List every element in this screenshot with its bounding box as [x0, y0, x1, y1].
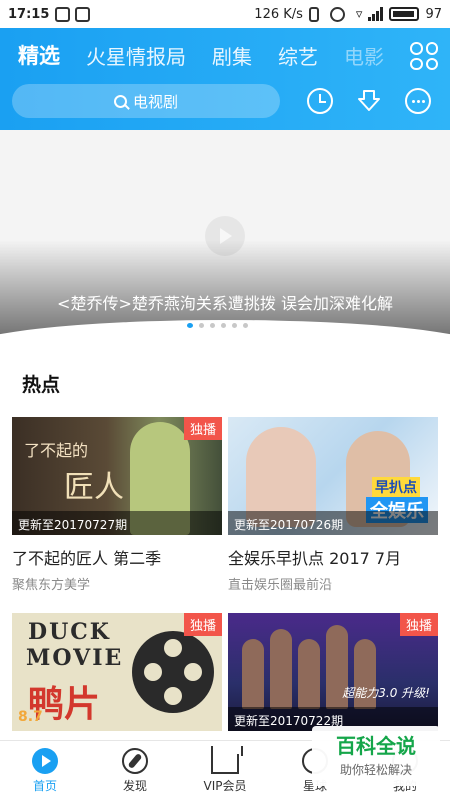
message-icon[interactable] [405, 88, 431, 114]
crown-icon [211, 746, 243, 774]
video-subtitle: 直击娱乐圈最前沿 [228, 578, 333, 593]
video-thumbnail[interactable]: 超能力3.0 升级! 独播 更新至20170722期 [228, 613, 438, 731]
battery-icon [389, 7, 420, 21]
search-input[interactable]: 电视剧 [12, 84, 280, 118]
home-icon [32, 748, 58, 774]
vibrate-icon [308, 6, 319, 22]
nav-home[interactable]: 首页 [0, 741, 90, 800]
tab-mars-intel[interactable]: 火星情报局 [86, 41, 186, 70]
film-reel-icon [132, 631, 214, 713]
update-label: 更新至20170726期 [228, 511, 438, 535]
tab-movies[interactable]: 电影 [344, 41, 384, 70]
update-label: 更新至20170727期 [12, 511, 222, 535]
video-card[interactable]: 早扒点 全娱乐 更新至20170726期 全娱乐早扒点 2017 7月 直击娱乐… [228, 417, 438, 593]
category-tabs: 精选 火星情报局 剧集 综艺 电影 [0, 28, 450, 82]
tab-series[interactable]: 剧集 [212, 41, 252, 70]
banner-pagination [187, 323, 248, 328]
video-title[interactable]: 了不起的匠人 第二季 [12, 545, 222, 569]
video-card[interactable]: DUCK MOVIE 鸭片 8.7 独播 [12, 613, 222, 731]
video-thumbnail[interactable]: 了不起的 匠人 独播 更新至20170727期 [12, 417, 222, 535]
search-icon [113, 94, 127, 108]
section-title-hot: 热点 [22, 374, 61, 396]
network-speed: 126 K/s [254, 6, 303, 22]
exclusive-badge: 独播 [183, 417, 222, 440]
video-thumbnail[interactable]: DUCK MOVIE 鸭片 8.7 独播 [12, 613, 222, 731]
exclusive-badge: 独播 [183, 613, 222, 636]
download-icon[interactable] [356, 88, 382, 114]
wifi-icon: ▿ [355, 6, 363, 22]
watermark-logo: 百科全说 助你轻松解决 [312, 726, 440, 786]
video-card[interactable]: 超能力3.0 升级! 独播 更新至20170722期 [228, 613, 438, 731]
notification-icon [55, 6, 71, 22]
status-bar: 17:15 126 K/s ▿ 97 [0, 0, 450, 28]
nav-discover[interactable]: 发现 [90, 741, 180, 800]
tab-featured[interactable]: 精选 [18, 40, 60, 70]
search-placeholder: 电视剧 [132, 92, 178, 111]
video-card[interactable]: 了不起的 匠人 独播 更新至20170727期 了不起的匠人 第二季 聚焦东方美… [12, 417, 222, 593]
banner-caption: <楚乔传>楚乔燕洵关系遭挑拨 误会加深难化解 [57, 294, 393, 313]
signal-icon [368, 7, 384, 21]
nav-vip[interactable]: VIP会员 [180, 741, 270, 800]
image-notification-icon [75, 6, 91, 22]
battery-level: 97 [425, 6, 442, 22]
history-icon[interactable] [307, 88, 333, 114]
status-time: 17:15 [8, 6, 50, 22]
exclusive-badge: 独播 [399, 613, 438, 636]
alarm-icon [329, 6, 345, 22]
compass-icon [122, 748, 148, 774]
video-subtitle: 聚焦东方美学 [12, 578, 91, 593]
top-header: 精选 火星情报局 剧集 综艺 电影 电视剧 [0, 28, 450, 130]
rating-score: 8.7 [18, 709, 43, 725]
hero-banner[interactable]: <楚乔传>楚乔燕洵关系遭挑拨 误会加深难化解 [0, 130, 450, 340]
tab-variety[interactable]: 综艺 [278, 41, 318, 70]
all-channels-icon[interactable] [410, 42, 438, 70]
video-thumbnail[interactable]: 早扒点 全娱乐 更新至20170726期 [228, 417, 438, 535]
video-title[interactable]: 全娱乐早扒点 2017 7月 [228, 545, 438, 569]
